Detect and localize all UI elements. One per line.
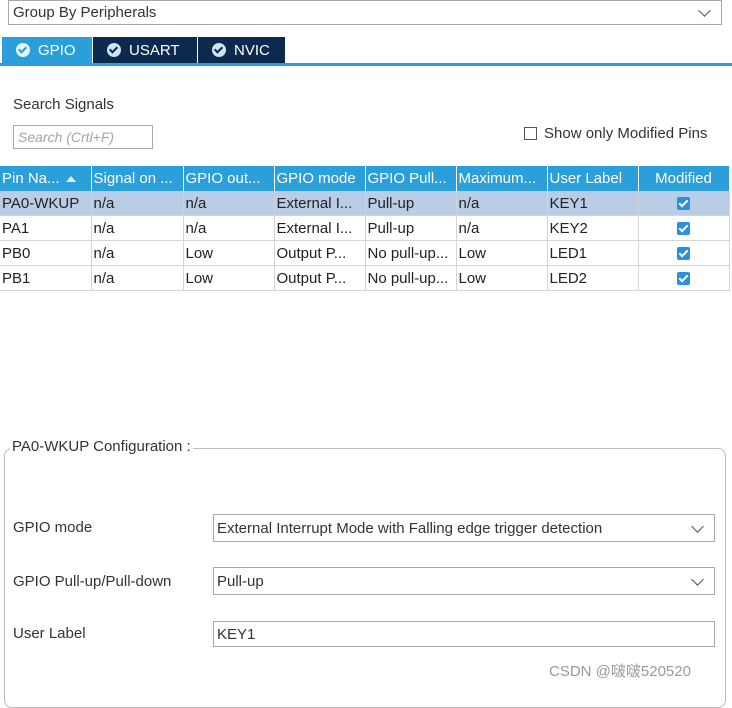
cell-mode: Output P...: [274, 240, 366, 266]
tab-usart-label: USART: [129, 41, 180, 59]
cell-signal: n/a: [91, 215, 184, 241]
tab-underline: [0, 63, 732, 66]
gpio-pull-value: Pull-up: [217, 573, 264, 590]
table-row[interactable]: PA0-WKUP n/a n/a External I... Pull-up n…: [0, 191, 730, 216]
cell-maximum: Low: [456, 240, 548, 266]
col-gpio-output[interactable]: GPIO out...: [183, 166, 275, 191]
cell-mode: External I...: [274, 191, 366, 216]
gpio-mode-label: GPIO mode: [13, 519, 93, 536]
table-row[interactable]: PB0 n/a Low Output P... No pull-up... Lo…: [0, 240, 730, 266]
cell-modified: [638, 265, 730, 291]
col-pin-name[interactable]: Pin Na...: [0, 166, 92, 191]
cell-modified: [638, 215, 730, 241]
pin-table: Pin Na... Signal on ... GPIO out... GPIO…: [0, 166, 730, 291]
check-circle-icon: [107, 43, 121, 57]
cell-mode: External I...: [274, 215, 366, 241]
group-by-value: Group By Peripherals: [13, 4, 157, 21]
search-input[interactable]: [13, 125, 153, 149]
tab-usart[interactable]: USART: [93, 37, 197, 63]
modified-checkbox[interactable]: [677, 272, 690, 286]
chevron-down-icon: [698, 4, 711, 17]
cell-maximum: n/a: [456, 215, 548, 241]
cell-pin: PB0: [0, 240, 92, 266]
tab-nvic[interactable]: NVIC: [198, 37, 285, 63]
search-signals-label: Search Signals: [13, 96, 114, 113]
tab-gpio-label: GPIO: [38, 41, 76, 59]
cell-user-label: KEY2: [547, 215, 639, 241]
cell-output: n/a: [183, 215, 275, 241]
cell-output: Low: [183, 265, 275, 291]
show-modified-checkbox[interactable]: [524, 127, 537, 140]
cell-output: Low: [183, 240, 275, 266]
cell-signal: n/a: [91, 265, 184, 291]
gpio-pull-select[interactable]: Pull-up: [213, 567, 715, 595]
gpio-mode-select[interactable]: External Interrupt Mode with Falling edg…: [213, 514, 715, 542]
cell-pin: PA0-WKUP: [0, 191, 92, 216]
cell-mode: Output P...: [274, 265, 366, 291]
cell-pin: PB1: [0, 265, 92, 291]
watermark: CSDN @啵啵520520: [549, 663, 691, 680]
check-circle-icon: [212, 43, 226, 57]
tab-gpio[interactable]: GPIO: [2, 37, 92, 63]
configuration-title: PA0-WKUP Configuration :: [10, 438, 193, 455]
modified-checkbox[interactable]: [677, 247, 690, 261]
table-header-row: Pin Na... Signal on ... GPIO out... GPIO…: [0, 166, 730, 191]
cell-modified: [638, 191, 730, 216]
col-gpio-mode[interactable]: GPIO mode: [274, 166, 366, 191]
chevron-down-icon: [691, 520, 704, 533]
cell-pull: No pull-up...: [365, 240, 457, 266]
cell-user-label: KEY1: [547, 191, 639, 216]
cell-modified: [638, 240, 730, 266]
cell-signal: n/a: [91, 240, 184, 266]
user-label-label: User Label: [13, 625, 86, 642]
show-modified-label: Show only Modified Pins: [544, 125, 708, 142]
gpio-mode-value: External Interrupt Mode with Falling edg…: [217, 520, 603, 537]
cell-maximum: n/a: [456, 191, 548, 216]
modified-checkbox[interactable]: [677, 197, 690, 211]
user-label-input[interactable]: [213, 621, 715, 647]
col-modified[interactable]: Modified: [638, 166, 730, 191]
sort-asc-icon: [65, 176, 76, 183]
col-maximum[interactable]: Maximum...: [456, 166, 548, 191]
cell-pull: No pull-up...: [365, 265, 457, 291]
cell-signal: n/a: [91, 191, 184, 216]
group-by-dropdown[interactable]: Group By Peripherals: [8, 0, 722, 25]
cell-user-label: LED2: [547, 265, 639, 291]
tab-nvic-label: NVIC: [234, 41, 270, 59]
gpio-pull-label: GPIO Pull-up/Pull-down: [13, 573, 172, 590]
cell-pull: Pull-up: [365, 191, 457, 216]
table-row[interactable]: PB1 n/a Low Output P... No pull-up... Lo…: [0, 265, 730, 291]
chevron-down-icon: [691, 573, 704, 586]
table-row[interactable]: PA1 n/a n/a External I... Pull-up n/a KE…: [0, 215, 730, 241]
cell-maximum: Low: [456, 265, 548, 291]
col-gpio-pull[interactable]: GPIO Pull...: [365, 166, 457, 191]
cell-user-label: LED1: [547, 240, 639, 266]
cell-pin: PA1: [0, 215, 92, 241]
col-signal[interactable]: Signal on ...: [91, 166, 184, 191]
col-user-label[interactable]: User Label: [547, 166, 639, 191]
cell-pull: Pull-up: [365, 215, 457, 241]
modified-checkbox[interactable]: [677, 222, 690, 236]
cell-output: n/a: [183, 191, 275, 216]
check-circle-icon: [16, 43, 30, 57]
